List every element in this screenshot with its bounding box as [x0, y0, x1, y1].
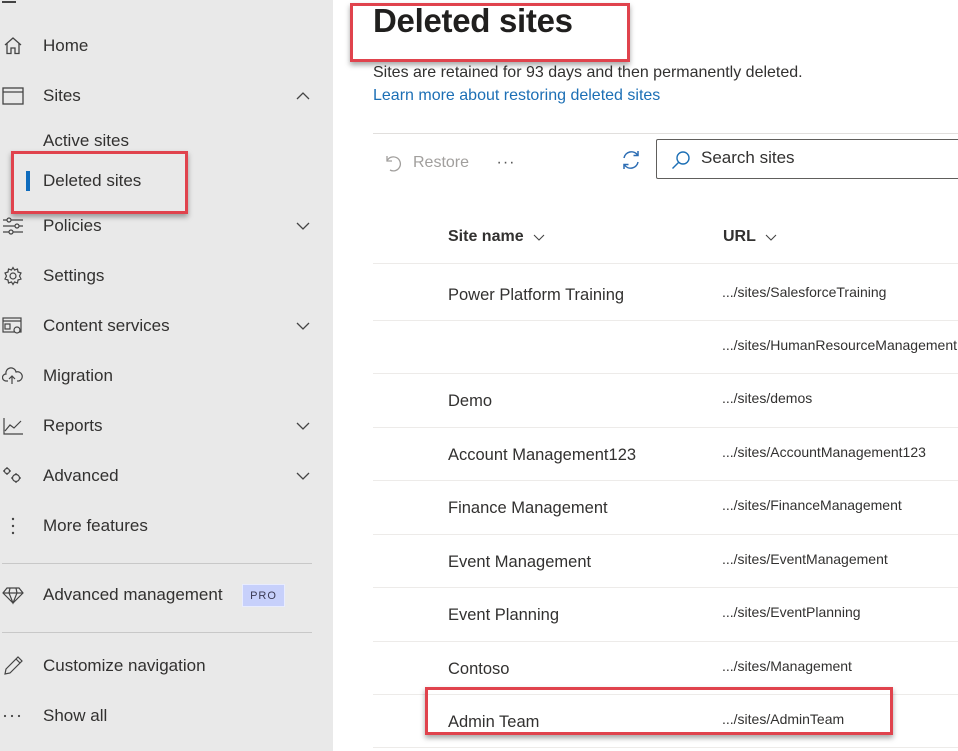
site-url-cell: .../sites/FinanceManagement [722, 497, 902, 513]
sidebar-item-sites[interactable]: Sites [0, 76, 330, 116]
sidebar-item-label: Home [43, 36, 89, 55]
active-indicator [26, 171, 30, 191]
sidebar-item-label: More features [43, 516, 148, 535]
sidebar-item-reports[interactable]: Reports [0, 406, 330, 446]
table-row[interactable]: Power Platform Training .../sites/Salesf… [373, 267, 958, 320]
sidebar-item-label: Advanced [43, 466, 119, 485]
line-chart-icon [2, 415, 24, 437]
page-title: Deleted sites [373, 2, 573, 39]
table-row[interactable]: Event Management .../sites/EventManageme… [373, 534, 958, 587]
chevron-down-icon [765, 234, 777, 241]
sliders-icon [2, 215, 24, 237]
refresh-button[interactable] [619, 148, 643, 172]
sidebar-item-label: Advanced management [43, 585, 223, 604]
site-name-cell: Power Platform Training [448, 286, 625, 304]
sidebar-item-customize-navigation[interactable]: Customize navigation [0, 646, 330, 686]
sidebar-item-label: Sites [43, 86, 81, 105]
content-services-icon [2, 315, 24, 337]
column-header-label: URL [723, 228, 756, 245]
pencil-icon [2, 655, 24, 677]
undo-icon [386, 156, 402, 172]
site-url-cell: .../sites/EventManagement [722, 551, 888, 567]
sidebar-item-active-sites[interactable]: Active sites [0, 123, 330, 159]
site-url-cell: .../sites/HumanResourceManagement [722, 337, 957, 353]
search-input[interactable] [701, 148, 951, 168]
cloud-upload-icon [2, 365, 24, 387]
table-row[interactable]: .../sites/HumanResourceManagement [373, 320, 958, 373]
main-content: Deleted sites Sites are retained for 93 … [333, 0, 958, 751]
browser-window-icon [2, 85, 24, 107]
site-url-cell: .../sites/Management [722, 658, 852, 674]
chevron-down-icon[interactable] [294, 217, 312, 235]
vertical-ellipsis-icon [2, 515, 24, 537]
site-name-cell: Demo [448, 392, 493, 410]
column-header-site-name[interactable]: Site name [448, 224, 546, 250]
sidebar-item-label: Migration [43, 366, 113, 385]
site-url-cell: .../sites/SalesforceTraining [722, 284, 887, 300]
chevron-down-icon[interactable] [294, 467, 312, 485]
site-url-cell: .../sites/AccountManagement123 [722, 444, 926, 460]
chevron-down-icon[interactable] [294, 417, 312, 435]
table-row[interactable]: Demo .../sites/demos [373, 373, 958, 426]
restore-button[interactable]: Restore [383, 150, 469, 176]
chevron-down-icon [533, 234, 544, 241]
sidebar-item-policies[interactable]: Policies [0, 206, 330, 246]
sidebar-item-deleted-sites[interactable]: Deleted sites [0, 163, 330, 199]
sidebar-item-settings[interactable]: Settings [0, 256, 330, 296]
pro-badge: PRO [242, 584, 285, 607]
sidebar-item-content-services[interactable]: Content services [0, 306, 330, 346]
sidebar-item-label: Policies [43, 216, 102, 235]
row-separator [373, 747, 958, 748]
site-name-cell: Admin Team [448, 713, 540, 731]
diamond-icon [2, 584, 24, 606]
collapse-menu-icon[interactable] [2, 0, 16, 3]
sidebar-item-home[interactable]: Home [0, 26, 330, 66]
sidebar-item-label: Reports [43, 416, 103, 435]
column-header-url[interactable]: URL [723, 224, 778, 250]
row-separator [373, 263, 958, 264]
sidebar-item-label: Deleted sites [43, 171, 142, 190]
sidebar-item-more-features[interactable]: More features [0, 506, 330, 546]
site-url-cell: .../sites/demos [722, 390, 813, 406]
site-name-cell: Account Management123 [448, 446, 637, 464]
gear-icon [2, 265, 24, 287]
sidebar-item-label: Customize navigation [43, 656, 206, 675]
sidebar-nav: Home Sites Active sites Deleted sites Po… [0, 0, 333, 751]
site-name-cell: Contoso [448, 660, 510, 678]
site-url-cell: .../sites/EventPlanning [722, 604, 861, 620]
table-row[interactable]: Account Management123 .../sites/AccountM… [373, 427, 958, 480]
column-header-label: Site name [448, 228, 524, 245]
table-row[interactable]: Admin Team .../sites/AdminTeam [373, 694, 958, 747]
table-row[interactable]: Finance Management .../sites/FinanceMana… [373, 480, 958, 533]
chevron-up-icon[interactable] [294, 87, 312, 105]
table-row[interactable]: Contoso .../sites/Management [373, 641, 958, 694]
more-actions-button[interactable]: ··· [493, 150, 519, 176]
gears-icon [2, 465, 24, 487]
sidebar-item-migration[interactable]: Migration [0, 356, 330, 396]
table-row[interactable]: Event Planning .../sites/EventPlanning [373, 587, 958, 640]
site-url-cell: .../sites/AdminTeam [722, 711, 845, 727]
sidebar-item-label: Settings [43, 266, 105, 285]
sidebar-item-label: Active sites [43, 131, 129, 150]
sidebar-divider [2, 563, 312, 564]
chevron-down-icon[interactable] [294, 317, 312, 335]
learn-more-link[interactable]: Learn more about restoring deleted sites [373, 87, 660, 105]
site-name-cell: Event Planning [448, 606, 559, 624]
site-name-cell: Finance Management [448, 499, 608, 517]
horizontal-ellipsis-icon [2, 705, 24, 727]
sidebar-divider [2, 632, 312, 633]
search-box[interactable] [656, 139, 958, 179]
site-name-cell: Event Management [448, 553, 592, 571]
restore-label: Restore [413, 154, 470, 171]
sidebar-item-label: Show all [43, 706, 108, 725]
sidebar-item-label: Content services [43, 316, 170, 335]
search-icon [672, 151, 690, 169]
retention-description: Sites are retained for 93 days and then … [373, 64, 803, 81]
sidebar-item-show-all[interactable]: Show all [0, 696, 330, 736]
home-icon [2, 35, 24, 57]
refresh-icon [623, 151, 639, 169]
command-bar-divider [373, 133, 958, 134]
sidebar-item-advanced[interactable]: Advanced [0, 456, 330, 496]
